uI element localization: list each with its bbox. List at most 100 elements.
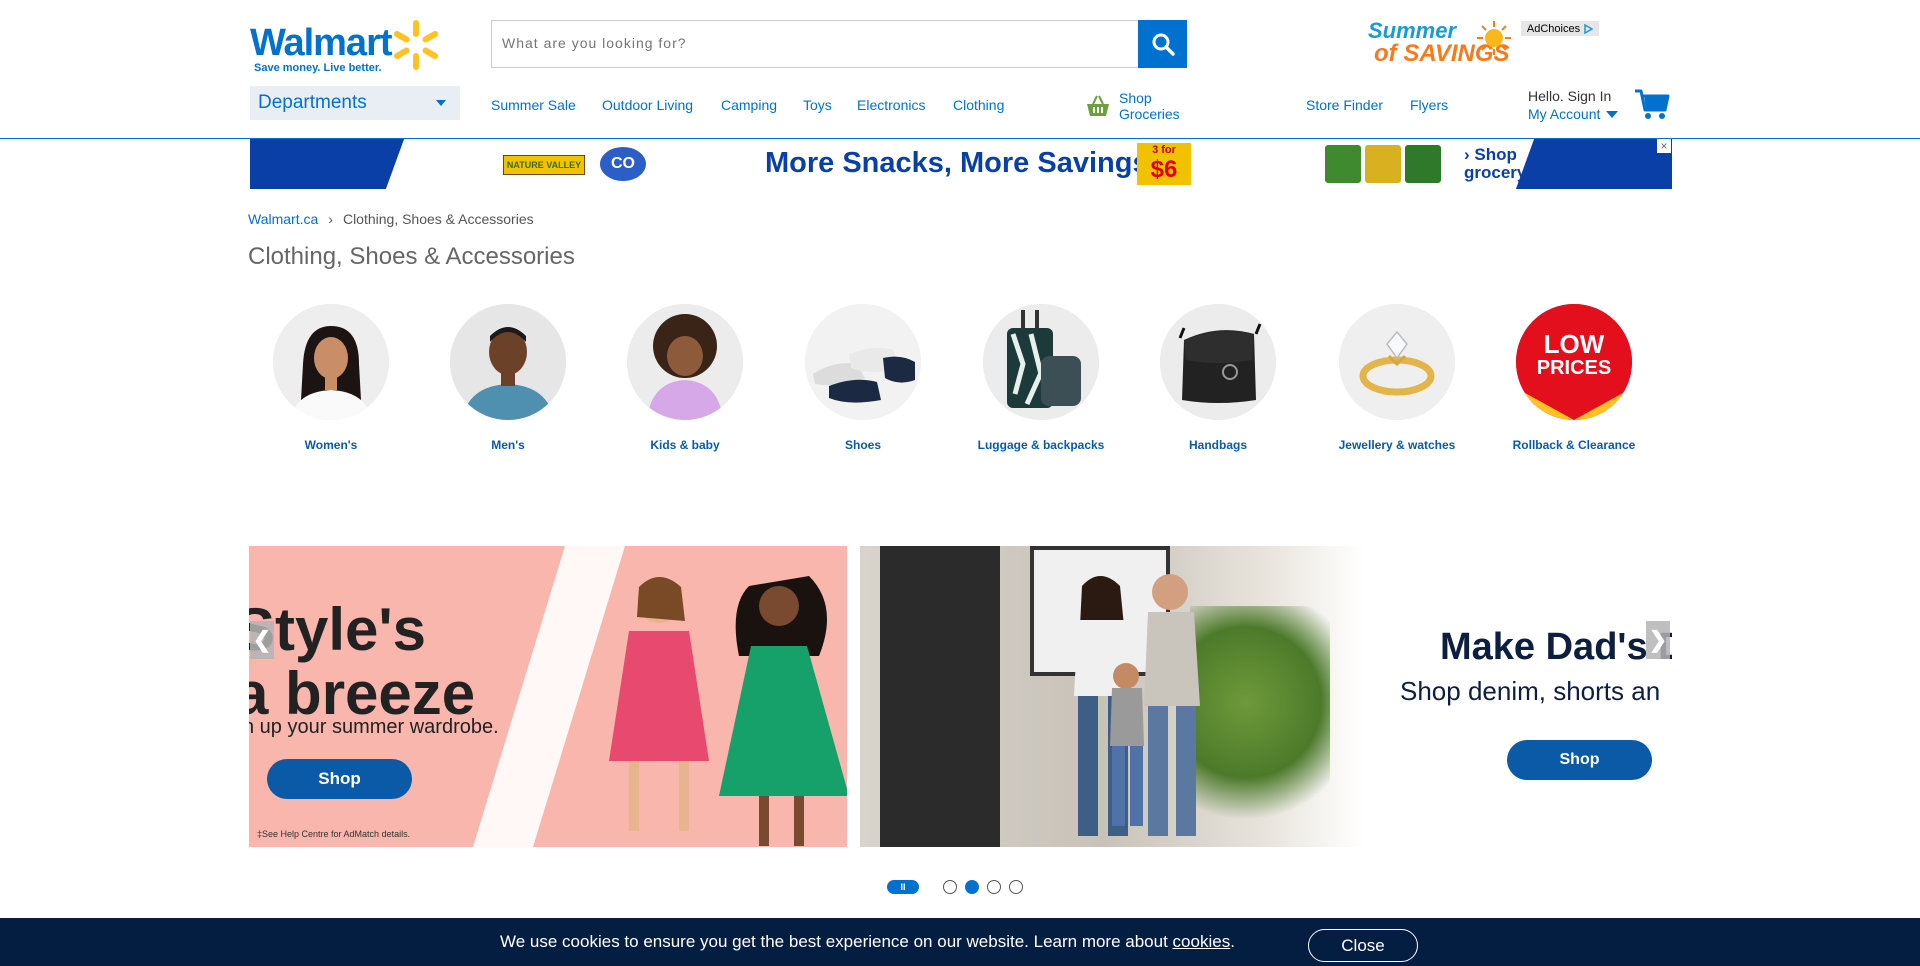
category-label: Women's [304, 438, 358, 452]
family-image [1074, 574, 1200, 836]
cookie-message: We use cookies to ensure you get the bes… [500, 932, 1235, 952]
luggage-icon [983, 304, 1099, 420]
nature-valley-logo: NATURE VALLEY [503, 155, 585, 175]
summer-of-savings-logo[interactable]: Summer of SAVINGS [1364, 18, 1512, 72]
nav-toys[interactable]: Toys [803, 97, 832, 113]
carousel-slide-style-breeze[interactable]: Style's a breeze n up your summer wardro… [249, 546, 847, 847]
low-prices-badge: LOW PRICES [1516, 304, 1632, 420]
category-label: Kids & baby [650, 438, 720, 452]
sun-icon [1477, 21, 1511, 55]
carousel-dot-3[interactable] [987, 880, 1001, 894]
ad-cta-line2: grocery [1464, 163, 1527, 182]
sneakers-icon [805, 304, 921, 420]
category-luggage-backpacks[interactable]: Luggage & backpacks [961, 304, 1121, 452]
badge-line2: PRICES [1536, 357, 1612, 379]
adchoices-badge[interactable]: AdChoices [1521, 21, 1599, 36]
kid-portrait-icon [627, 304, 743, 420]
logo-tagline: Save money. Live better. [254, 62, 382, 74]
cookie-text-end: . [1230, 932, 1235, 951]
carousel-dot-1[interactable] [943, 880, 957, 894]
breadcrumb-home-link[interactable]: Walmart.ca [248, 211, 318, 227]
search-button[interactable] [1138, 20, 1187, 68]
slide1-shop-button[interactable]: Shop [267, 759, 412, 799]
ad-shop-grocery-cta: › Shop grocery [1464, 146, 1526, 182]
girl-green-dress-image [719, 576, 847, 846]
carousel-next-button[interactable]: ❯ [1646, 621, 1670, 659]
ad-price-top: 3 for [1152, 144, 1176, 156]
ad-product-boxes [1325, 145, 1441, 183]
category-jewellery-watches[interactable]: Jewellery & watches [1317, 304, 1477, 452]
breadcrumb: Walmart.ca › Clothing, Shoes & Accessori… [248, 211, 534, 227]
chevron-left-icon: ❮ [252, 627, 272, 652]
ring-icon [1339, 304, 1455, 420]
nav-outdoor-living[interactable]: Outdoor Living [602, 97, 693, 113]
flyers-link[interactable]: Flyers [1410, 97, 1448, 113]
nav-clothing[interactable]: Clothing [953, 97, 1004, 113]
slide2-headline: Make Dad's D [1440, 626, 1672, 668]
chevron-right-icon: ❯ [1648, 627, 1668, 652]
my-account-row: My Account [1528, 105, 1619, 123]
jewellery-image [1339, 304, 1455, 420]
cart-icon [1635, 89, 1670, 119]
cookies-link[interactable]: cookies [1173, 932, 1231, 951]
mens-image [450, 304, 566, 420]
low-prices-text: LOW PRICES [1516, 329, 1632, 380]
slide1-subtitle: n up your summer wardrobe. [249, 716, 499, 738]
ad-price-badge: 3 for $6 [1137, 143, 1191, 185]
handbags-image [1160, 304, 1276, 420]
chevron-down-icon [1606, 110, 1619, 118]
category-handbags[interactable]: Handbags [1138, 304, 1298, 452]
carousel-dot-2[interactable] [965, 880, 979, 894]
ad-product-box [1325, 145, 1361, 183]
nav-camping[interactable]: Camping [721, 97, 777, 113]
category-kids-baby[interactable]: Kids & baby [605, 304, 765, 452]
cheerios-pop-logo: CO [600, 147, 646, 181]
slide1-headline: Style's a breeze [249, 598, 475, 726]
category-rollback-clearance[interactable]: LOW PRICES Rollback & Clearance [1494, 304, 1654, 452]
carousel-pagination: II [887, 880, 1023, 894]
womens-image [273, 304, 389, 420]
groceries-line2: Groceries [1119, 106, 1180, 122]
ad-banner[interactable]: NATURE VALLEY CO More Snacks, More Savin… [250, 139, 1672, 189]
slide2-door [880, 546, 1000, 847]
ad-price-value: $6 [1150, 156, 1178, 183]
category-label: Handbags [1188, 438, 1247, 452]
category-label: Jewellery & watches [1338, 438, 1456, 452]
account-menu[interactable]: Hello. Sign In My Account [1528, 87, 1619, 123]
handbag-icon [1160, 304, 1276, 420]
search-box [491, 20, 1187, 68]
cookie-text: We use cookies to ensure you get the bes… [500, 932, 1173, 951]
walmart-logo[interactable]: Walmart Save money. Live better. [250, 20, 440, 76]
carousel-dot-4[interactable] [1009, 880, 1023, 894]
shop-groceries-link[interactable]: Shop Groceries [1085, 90, 1180, 122]
ad-close-icon[interactable]: × [1657, 139, 1671, 153]
ad-headline: More Snacks, More Savings! [765, 147, 1159, 179]
my-account-label: My Account [1528, 106, 1601, 122]
category-mens[interactable]: Men's [428, 304, 588, 452]
category-label: Luggage & backpacks [977, 438, 1105, 452]
carousel-prev-button[interactable]: ❮ [250, 621, 274, 659]
badge-line1: LOW [1543, 329, 1605, 359]
man-portrait-icon [450, 304, 566, 420]
category-label: Rollback & Clearance [1512, 438, 1636, 452]
shoes-image [805, 304, 921, 420]
breadcrumb-separator: › [328, 211, 333, 227]
luggage-image [983, 304, 1099, 420]
nav-electronics[interactable]: Electronics [857, 97, 925, 113]
carousel-slide-dads-day[interactable]: Make Dad's D Shop denim, shorts an Shop [860, 546, 1672, 847]
groceries-line1: Shop [1119, 90, 1152, 106]
grocery-basket-icon [1087, 95, 1109, 116]
hero-carousel: Style's a breeze n up your summer wardro… [249, 546, 1672, 847]
cookie-close-button[interactable]: Close [1308, 929, 1418, 962]
category-shoes[interactable]: Shoes [783, 304, 943, 452]
store-finder-link[interactable]: Store Finder [1306, 97, 1383, 113]
slide2-shop-button[interactable]: Shop [1507, 740, 1652, 780]
adchoices-icon [1584, 23, 1594, 34]
departments-dropdown[interactable]: Departments [250, 86, 460, 120]
nav-summer-sale[interactable]: Summer Sale [491, 97, 576, 113]
search-input[interactable] [492, 21, 1132, 65]
category-womens[interactable]: Women's [251, 304, 411, 452]
cart-button[interactable] [1634, 88, 1670, 125]
carousel-pause-button[interactable]: II [887, 880, 919, 894]
category-label: Men's [491, 438, 525, 452]
